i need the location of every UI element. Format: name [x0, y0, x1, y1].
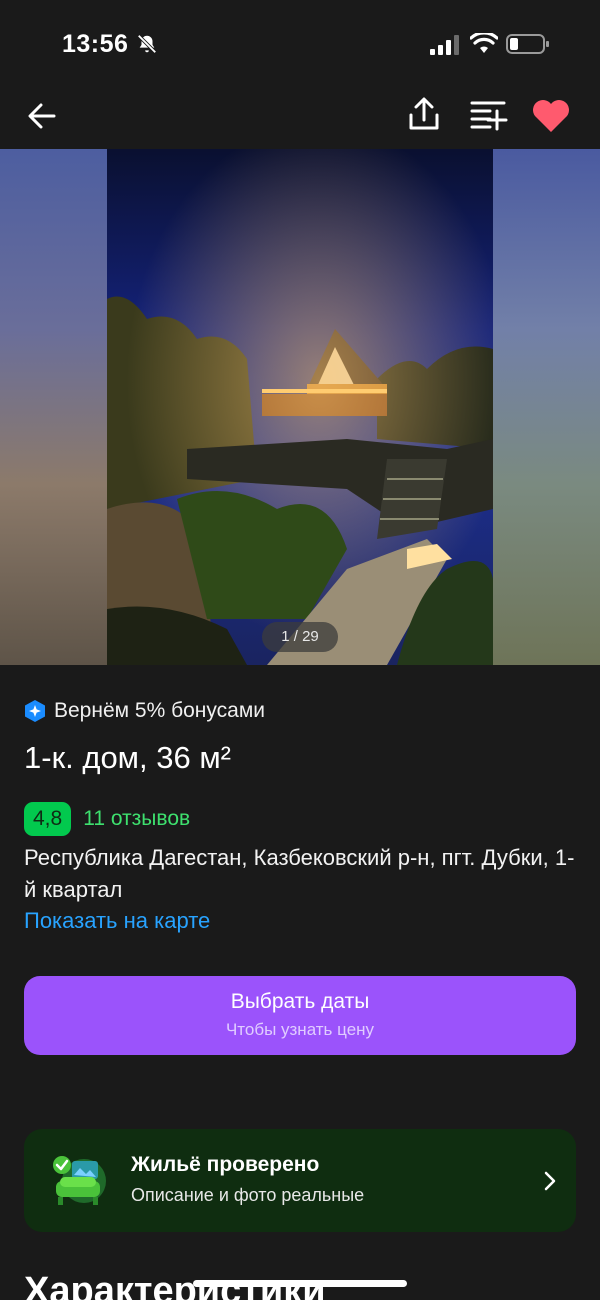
select-dates-sublabel: Чтобы узнать цену [225, 1020, 375, 1039]
photo-gallery[interactable]: 1 / 29 [0, 149, 600, 665]
bonus-row: Вернём 5% бонусами [24, 696, 265, 726]
verified-title: Жильё проверено [131, 1153, 320, 1176]
reviews-link[interactable]: 11 отзывов [83, 807, 190, 831]
wifi-icon [470, 33, 498, 53]
select-dates-label: Выбрать даты [230, 990, 370, 1013]
select-dates-button[interactable]: Выбрать даты Чтобы узнать цену [24, 976, 576, 1055]
verified-housing-card[interactable]: Жильё проверено Описание и фото реальные [24, 1129, 576, 1232]
rating-badge: 4,8 [24, 802, 72, 836]
bell-muted-icon [137, 34, 157, 54]
share-button[interactable] [404, 95, 444, 135]
compare-button[interactable] [468, 95, 508, 135]
verified-subtitle: Описание и фото реальные [131, 1185, 365, 1205]
show-on-map-link[interactable]: Показать на карте [24, 908, 210, 934]
next-photo-preview [493, 149, 600, 665]
bonus-text: Вернём 5% бонусами [54, 699, 266, 722]
rating-row[interactable]: 4,8 11 отзывов [24, 802, 190, 836]
status-time: 13:56 [62, 30, 129, 58]
status-bar: 13:56 [0, 0, 600, 88]
bonus-icon [25, 700, 45, 722]
favorite-heart-button[interactable] [530, 96, 572, 136]
verified-home-icon [53, 1156, 106, 1205]
previous-photo-preview [0, 149, 107, 665]
listing-title: 1-к. дом, 36 м² [24, 740, 231, 775]
battery-icon [506, 34, 549, 54]
home-indicator[interactable] [193, 1280, 407, 1287]
chevron-right-icon [544, 1171, 556, 1191]
listing-photo[interactable] [107, 149, 493, 665]
listing-address: Республика Дагестан, Казбековский р-н, п… [24, 845, 575, 902]
back-button[interactable] [22, 96, 62, 136]
photo-counter: 1 / 29 [262, 622, 338, 652]
signal-icon [430, 35, 459, 55]
